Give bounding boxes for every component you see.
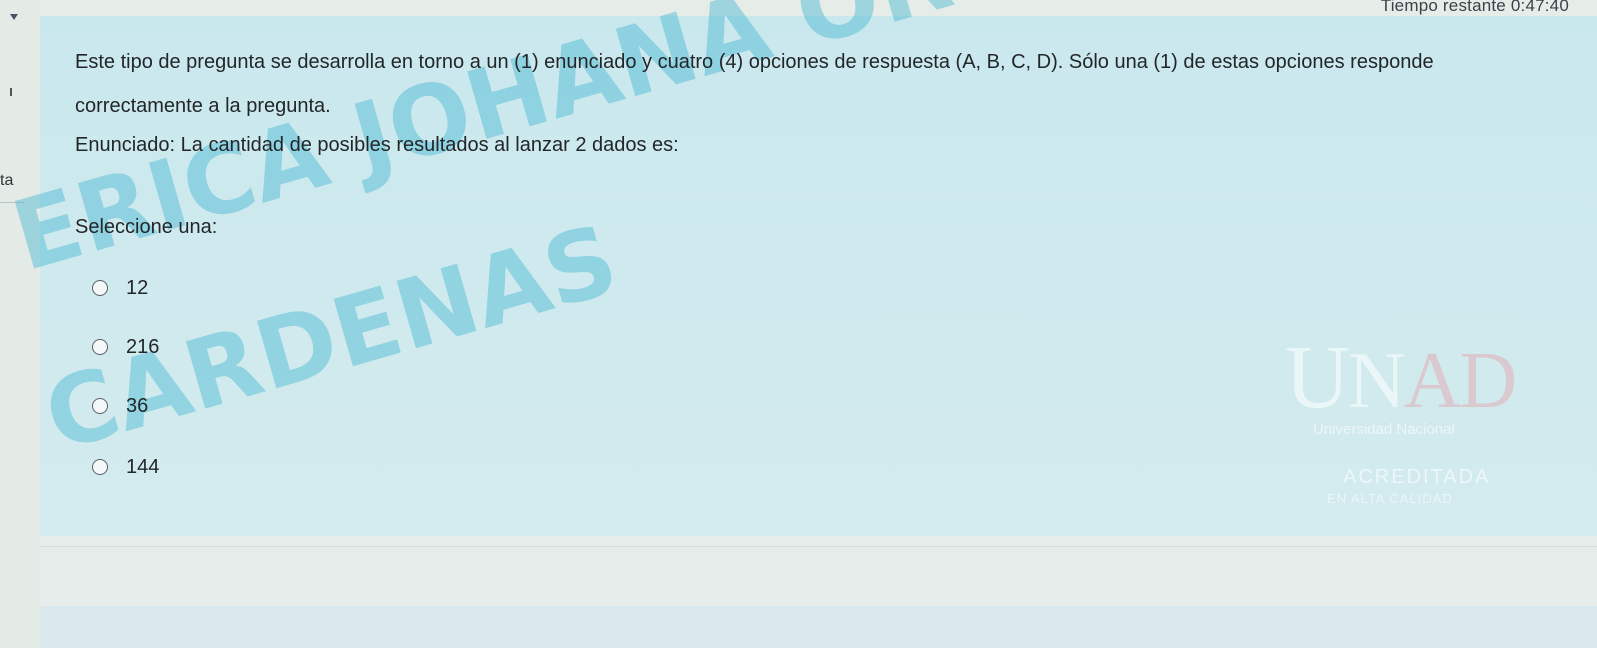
bottom-band (40, 606, 1597, 648)
radio-button[interactable] (92, 280, 108, 296)
unad-logo-accreditation: ACREDITADA (1343, 466, 1491, 488)
chevron-down-icon[interactable] (10, 14, 18, 20)
answer-option[interactable]: 12 (92, 274, 148, 302)
radio-button[interactable] (92, 459, 108, 475)
question-instructions: Este tipo de pregunta se desarrolla en t… (75, 51, 1434, 117)
sidebar-divider (0, 202, 24, 203)
unad-logo: UNAD Universidad Nacional ACREDITADA EN … (1285, 326, 1585, 536)
radio-button[interactable] (92, 339, 108, 355)
left-sidebar: ta (0, 0, 40, 648)
radio-button[interactable] (92, 398, 108, 414)
question-panel: ERICA JOHANA ORTIZ CARDENAS UNAD Univers… (1, 0, 1597, 536)
answer-option[interactable]: 144 (92, 453, 159, 481)
select-prompt: Seleccione una: (75, 216, 218, 238)
bottom-area (40, 536, 1597, 648)
timer: Tiempo restante 0:47:40 (1380, 0, 1569, 15)
answer-option[interactable]: 36 (92, 392, 148, 420)
answer-option-label: 144 (126, 455, 160, 478)
divider (40, 546, 1597, 547)
sidebar-partial-text[interactable]: ta (0, 172, 13, 190)
unad-logo-accreditation-sub: EN ALTA CALIDAD (1327, 491, 1453, 506)
question-statement: Enunciado: La cantidad de posibles resul… (75, 134, 679, 156)
sidebar-mark (10, 88, 12, 96)
answer-option-label: 12 (126, 276, 149, 299)
unad-logo-mark: UNAD (1285, 328, 1517, 427)
answer-option[interactable]: 216 (92, 333, 159, 361)
answer-option-label: 36 (126, 394, 149, 417)
unad-logo-subtitle: Universidad Nacional (1313, 421, 1455, 438)
answer-option-label: 216 (126, 335, 160, 358)
